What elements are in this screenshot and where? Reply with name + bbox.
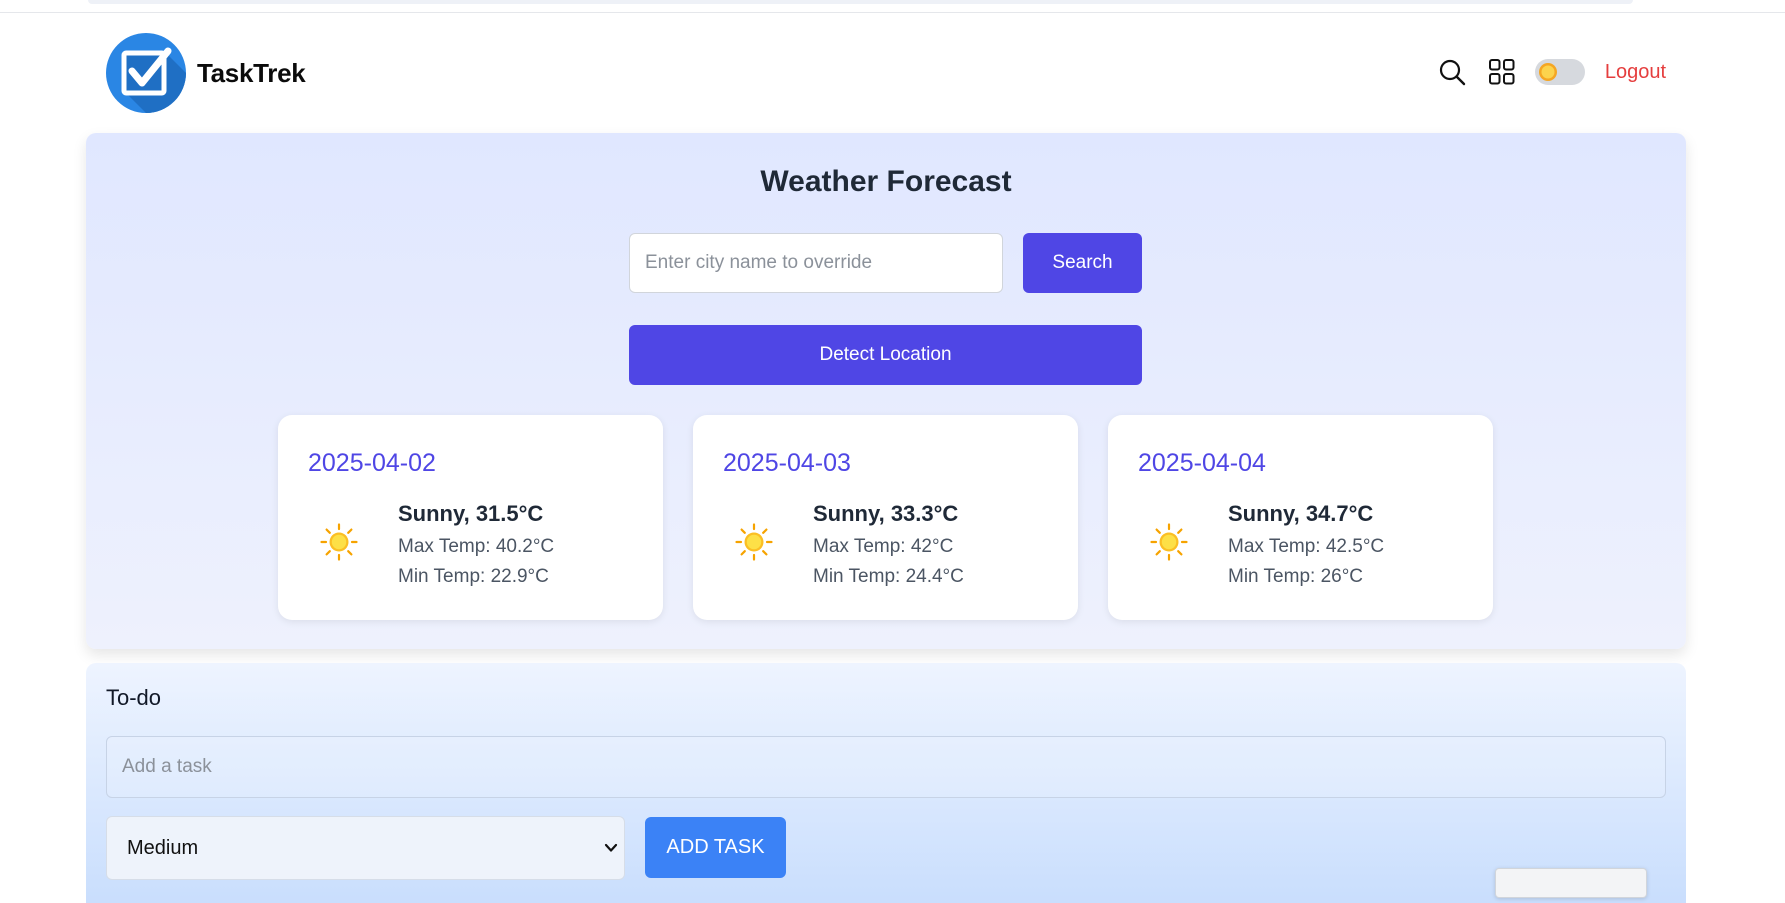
weather-title: Weather Forecast [760, 165, 1012, 198]
forecast-card: 2025-04-03 Sunny, 33.3°C Max Temp: 42°C … [693, 415, 1078, 620]
forecast-max-temp: Max Temp: 42.5°C [1228, 536, 1385, 557]
header-actions: Logout [1437, 57, 1666, 87]
theme-toggle[interactable] [1534, 59, 1585, 85]
chevron-down-icon [604, 843, 618, 852]
forecast-condition: Sunny, 31.5°C [398, 501, 544, 526]
city-input[interactable] [629, 233, 1003, 293]
todo-section: To-do Medium ADD TASK [86, 663, 1686, 903]
grid-icon[interactable] [1487, 57, 1517, 87]
forecast-date: 2025-04-02 [308, 449, 436, 477]
sun-icon [1150, 523, 1188, 561]
task-input[interactable] [106, 736, 1666, 798]
sun-icon [320, 523, 358, 561]
add-task-button[interactable]: ADD TASK [645, 817, 786, 878]
search-icon[interactable] [1437, 57, 1467, 87]
detect-location-button[interactable]: Detect Location [629, 325, 1142, 385]
logo[interactable]: TaskTrek [106, 33, 306, 113]
browser-top-strip [0, 0, 1785, 13]
priority-select[interactable]: Medium [106, 816, 625, 880]
todo-title: To-do [106, 685, 162, 710]
forecast-condition: Sunny, 33.3°C [813, 501, 959, 526]
partial-tooltip [1495, 868, 1647, 898]
forecast-max-temp: Max Temp: 40.2°C [398, 536, 555, 557]
sun-icon [735, 523, 773, 561]
forecast-min-temp: Min Temp: 24.4°C [813, 566, 964, 587]
checkbox-logo-icon [106, 33, 186, 113]
forecast-max-temp: Max Temp: 42°C [813, 536, 954, 557]
app-header: TaskTrek Logout [0, 13, 1785, 133]
forecast-date: 2025-04-04 [1138, 449, 1266, 477]
forecast-card: 2025-04-02 Sunny, 31.5°C Max Temp: 40.2°… [278, 415, 663, 620]
forecast-min-temp: Min Temp: 22.9°C [398, 566, 549, 587]
brand-name: TaskTrek [197, 57, 306, 88]
search-button[interactable]: Search [1023, 233, 1142, 293]
forecast-min-temp: Min Temp: 26°C [1228, 566, 1364, 587]
forecast-date: 2025-04-03 [723, 449, 851, 477]
weather-section: Weather Forecast Search Detect Location … [86, 133, 1686, 649]
top-bar-edge [88, 0, 1633, 4]
forecast-condition: Sunny, 34.7°C [1228, 501, 1374, 526]
priority-selected-value: Medium [127, 836, 199, 859]
logout-link[interactable]: Logout [1605, 61, 1666, 84]
sun-icon [1537, 61, 1559, 83]
forecast-card: 2025-04-04 Sunny, 34.7°C Max Temp: 42.5°… [1108, 415, 1493, 620]
